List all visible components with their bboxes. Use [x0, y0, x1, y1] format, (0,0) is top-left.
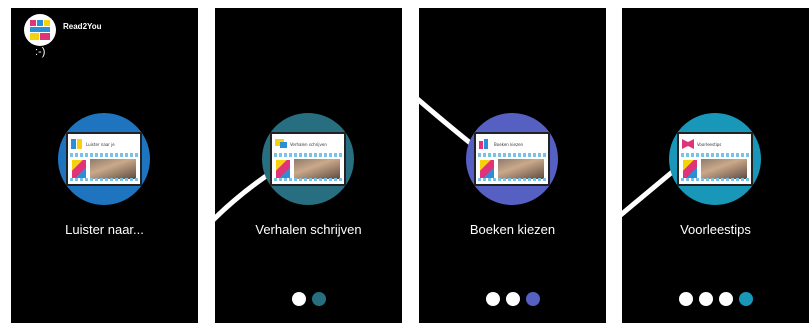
screen-label: Boeken kiezen [469, 222, 556, 237]
card-logo-icon [72, 160, 86, 178]
feature-card: Voorleestips [677, 132, 753, 186]
page-dot-active[interactable] [738, 292, 753, 306]
page-dot[interactable] [505, 292, 520, 306]
feature-circle[interactable]: Voorleestips [669, 113, 761, 205]
chat-icon [275, 139, 287, 148]
card-caption: Voorleestips [697, 141, 722, 147]
card-caption: Verhalen schrijven [290, 141, 327, 147]
feature-circle[interactable]: Verhalen schrijven [262, 113, 354, 205]
page-indicator [215, 292, 402, 306]
page-dot[interactable] [291, 292, 306, 306]
card-logo-icon [683, 160, 697, 178]
app-name: Read2You [63, 22, 102, 31]
screen-label: Verhalen schrijven [255, 222, 362, 237]
read2you-logo-icon [24, 14, 56, 46]
screen-3: Boeken kiezen Boeken kiezen [419, 8, 606, 323]
page-indicator [622, 292, 809, 306]
status-text: :-) [35, 46, 46, 58]
feature-card: Verhalen schrijven [270, 132, 346, 186]
feature-circle[interactable]: Boeken kiezen [466, 113, 558, 205]
card-caption: Luister naar je [86, 141, 115, 147]
screen-4: Voorleestips Voorleestips [622, 8, 809, 323]
page-indicator [419, 292, 606, 306]
screen-label: Luister naar... [65, 222, 144, 237]
page-dot-active[interactable] [525, 292, 540, 306]
page-dot[interactable] [718, 292, 733, 306]
page-dot[interactable] [485, 292, 500, 306]
page-dot-active[interactable] [311, 292, 326, 306]
page-dot[interactable] [678, 292, 693, 306]
screen-2: Verhalen schrijven Verhalen schrijven [215, 8, 402, 323]
card-photo [701, 159, 747, 179]
page-dot[interactable] [698, 292, 713, 306]
feature-card: Luister naar je [66, 132, 142, 186]
feature-card: Boeken kiezen [474, 132, 550, 186]
books-icon [479, 139, 488, 149]
feature-circle[interactable]: Luister naar je [58, 113, 150, 205]
book-icon [71, 139, 82, 149]
screen-1: Read2You :-) Luister naar je Luister naa… [11, 8, 198, 323]
card-photo [294, 159, 340, 179]
card-logo-icon [480, 160, 494, 178]
screen-label: Voorleestips [680, 222, 751, 237]
card-caption: Boeken kiezen [494, 141, 524, 147]
open-book-icon [682, 139, 694, 149]
card-logo-icon [276, 160, 290, 178]
card-photo [90, 159, 136, 179]
card-photo [498, 159, 544, 179]
